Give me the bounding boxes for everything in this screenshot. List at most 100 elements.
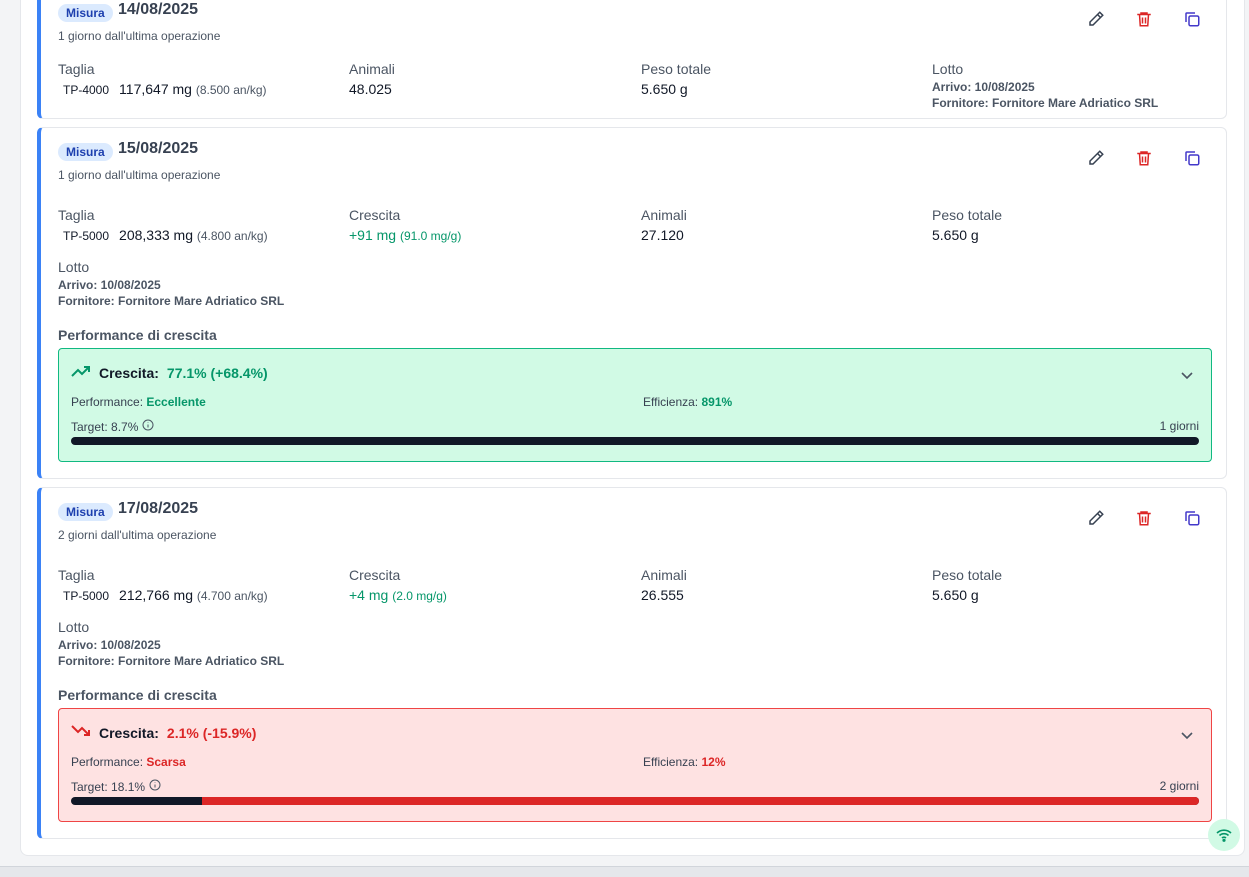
efficiency-value: 12% — [701, 755, 726, 769]
crescita-label: Crescita — [349, 207, 401, 223]
days-since-label: 1 giorno dall'ultima operazione — [58, 29, 221, 43]
operation-card: Misura 14/08/2025 1 giorno dall'ultima o… — [37, 0, 1227, 119]
taglia-label: Taglia — [58, 207, 95, 223]
growth-performance-panel[interactable]: Crescita: 2.1% (-15.9%) Performance: Sca… — [58, 708, 1212, 822]
operation-date: 17/08/2025 — [118, 500, 199, 517]
crescita-value: +4 mg (2.0 mg/g) — [349, 587, 447, 603]
info-icon[interactable] — [149, 779, 161, 794]
efficiency: Efficienza: 12% — [643, 755, 726, 769]
lotto-arrivo: Arrivo: 10/08/2025 — [932, 80, 1035, 94]
target: Target: 8.7% — [71, 419, 154, 434]
performance-rating-value: Eccellente — [146, 395, 206, 409]
performance-title: Performance di crescita — [58, 327, 217, 343]
period-days: 2 giorni — [1159, 779, 1199, 793]
animali-value: 48.025 — [349, 81, 392, 97]
lotto-fornitore: Fornitore: Fornitore Mare Adriatico SRL — [932, 96, 1159, 110]
animali-label: Animali — [641, 567, 687, 583]
growth-progress-fill — [201, 797, 1199, 805]
growth-performance-panel[interactable]: Crescita: 77.1% (+68.4%) Performance: Ec… — [58, 348, 1212, 462]
growth-value: 77.1% (+68.4%) — [166, 364, 268, 381]
efficiency-label: Efficienza: — [643, 395, 699, 409]
size-code: TP-4000 — [63, 83, 110, 97]
efficiency: Efficienza: 891% — [643, 395, 732, 409]
performance-rating-value: Scarsa — [146, 755, 186, 769]
animali-label: Animali — [641, 207, 687, 223]
edit-icon[interactable] — [1086, 508, 1106, 528]
delete-icon[interactable] — [1134, 9, 1154, 29]
info-icon[interactable] — [142, 419, 154, 434]
operation-date: 15/08/2025 — [118, 140, 199, 157]
growth-progress-bar — [71, 797, 1199, 805]
crescita-value: +91 mg (91.0 mg/g) — [349, 227, 461, 243]
performance-rating-label: Performance: — [71, 395, 144, 409]
lotto-label: Lotto — [58, 619, 90, 635]
card-actions — [1086, 9, 1202, 29]
delete-icon[interactable] — [1134, 148, 1154, 168]
trending-down-icon — [71, 724, 91, 741]
edit-icon[interactable] — [1086, 148, 1106, 168]
growth-label: Crescita: — [99, 724, 159, 741]
crescita-label: Crescita — [349, 567, 401, 583]
target-value: Target: 8.7% — [71, 419, 139, 434]
chevron-down-icon[interactable] — [1181, 367, 1193, 385]
bottom-scrollbar[interactable] — [0, 866, 1249, 877]
taglia-value: TP-4000 117,647 mg (8.500 an/kg) — [63, 81, 267, 97]
size-per-kg: (8.500 an/kg) — [195, 83, 267, 97]
performance-title: Performance di crescita — [58, 687, 217, 703]
lotto-arrivo: Arrivo: 10/08/2025 — [58, 638, 161, 652]
size-per-kg: (4.800 an/kg) — [196, 229, 268, 243]
period-days: 1 giorni — [1159, 419, 1199, 433]
growth-progress-bar — [71, 437, 1199, 445]
peso-label: Peso totale — [932, 567, 1003, 583]
chevron-down-icon[interactable] — [1181, 727, 1193, 745]
lotto-label: Lotto — [932, 61, 964, 77]
size-mg: 117,647 mg — [119, 81, 192, 97]
efficiency-value: 891% — [701, 395, 733, 409]
operation-type-badge: Misura — [58, 143, 113, 161]
duplicate-icon[interactable] — [1182, 148, 1202, 168]
operation-card: Misura 17/08/2025 2 giorni dall'ultima o… — [37, 487, 1227, 839]
peso-label: Peso totale — [932, 207, 1003, 223]
peso-label: Peso totale — [641, 61, 712, 77]
performance-rating-label: Performance: — [71, 755, 144, 769]
animali-value: 26.555 — [641, 587, 684, 603]
delete-icon[interactable] — [1134, 508, 1154, 528]
growth-header: Crescita: 2.1% (-15.9%) — [71, 724, 256, 741]
growth-label: Crescita: — [99, 364, 159, 381]
card-actions — [1086, 508, 1202, 528]
size-per-kg: (4.700 an/kg) — [196, 589, 268, 603]
animali-value: 27.120 — [641, 227, 684, 243]
lotto-fornitore: Fornitore: Fornitore Mare Adriatico SRL — [58, 294, 285, 308]
size-mg: 208,333 mg — [119, 227, 193, 243]
target-value: Target: 18.1% — [71, 779, 146, 794]
operation-date: 14/08/2025 — [118, 1, 199, 18]
size-mg: 212,766 mg — [119, 587, 193, 603]
days-since-label: 1 giorno dall'ultima operazione — [58, 168, 221, 182]
taglia-label: Taglia — [58, 61, 95, 77]
connection-status-icon[interactable] — [1208, 819, 1240, 851]
peso-value: 5.650 g — [641, 81, 688, 97]
efficiency-label: Efficienza: — [643, 755, 699, 769]
lotto-fornitore: Fornitore: Fornitore Mare Adriatico SRL — [58, 654, 285, 668]
crescita-mg: +91 mg — [349, 227, 397, 243]
performance-rating: Performance: Scarsa — [71, 755, 186, 769]
operation-card: Misura 15/08/2025 1 giorno dall'ultima o… — [37, 127, 1227, 479]
crescita-rate: (91.0 mg/g) — [399, 229, 462, 243]
size-code: TP-5000 — [63, 229, 110, 243]
crescita-mg: +4 mg — [349, 587, 389, 603]
taglia-value: TP-5000 212,766 mg (4.700 an/kg) — [63, 587, 268, 603]
peso-value: 5.650 g — [932, 227, 979, 243]
card-actions — [1086, 148, 1202, 168]
trending-up-icon — [71, 364, 91, 381]
duplicate-icon[interactable] — [1182, 9, 1202, 29]
edit-icon[interactable] — [1086, 9, 1106, 29]
taglia-label: Taglia — [58, 567, 95, 583]
taglia-value: TP-5000 208,333 mg (4.800 an/kg) — [63, 227, 268, 243]
peso-value: 5.650 g — [932, 587, 979, 603]
performance-rating: Performance: Eccellente — [71, 395, 206, 409]
duplicate-icon[interactable] — [1182, 508, 1202, 528]
growth-value: 2.1% (-15.9%) — [166, 724, 257, 741]
lotto-label: Lotto — [58, 259, 90, 275]
size-code: TP-5000 — [63, 589, 110, 603]
lotto-arrivo: Arrivo: 10/08/2025 — [58, 278, 161, 292]
